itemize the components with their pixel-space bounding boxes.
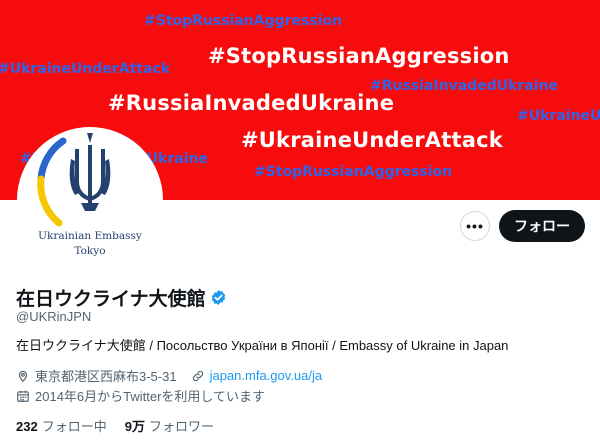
profile-name-row: 在日ウクライナ大使館: [16, 284, 227, 311]
banner-hashtag: #RussiaInvadedUkraine: [370, 78, 558, 94]
link-icon: [192, 370, 203, 381]
follow-button[interactable]: フォロー: [499, 210, 585, 242]
following-count: 232: [16, 419, 38, 434]
profile-handle: @UKRinJPN: [16, 309, 92, 324]
profile-joined-date: 2014年6月からTwitterを利用しています: [35, 389, 266, 404]
banner-hashtag: #UkraineUnderAttack: [241, 128, 503, 152]
banner-hashtag: #StopRussianAggression: [208, 44, 510, 68]
profile-stats: 232 フォロー中 9万 フォロワー: [16, 416, 232, 435]
profile-website-link[interactable]: japan.mfa.gov.ua/ja: [210, 368, 323, 383]
banner-hashtag: #StopRussianAggression: [144, 13, 343, 29]
profile-meta-location-row: 東京都港区西麻布3-5-31 japan.mfa.gov.ua/ja: [16, 366, 322, 385]
profile-meta-joined-row: 2014年6月からTwitterを利用しています: [16, 386, 265, 405]
banner-hashtag: #RussiaInvadedUkraine: [108, 91, 395, 115]
verified-badge-icon[interactable]: [210, 289, 227, 306]
following-label: フォロー中: [41, 419, 107, 434]
avatar-caption-line2: Tokyo: [74, 245, 106, 257]
location-pin-icon: [18, 370, 28, 382]
avatar-caption-line1: Ukrainian Embassy: [38, 230, 142, 242]
banner-hashtag: #StopRussianAggression: [254, 164, 453, 180]
banner-hashtag: #UkraineUnderAttack: [517, 108, 600, 124]
following-stat[interactable]: 232 フォロー中: [16, 416, 107, 435]
banner-hashtag: #UkraineUnderAttack: [0, 61, 171, 77]
profile-location: 東京都港区西麻布3-5-31: [35, 369, 177, 384]
followers-label: フォロワー: [148, 419, 214, 434]
profile-name: 在日ウクライナ大使館: [16, 288, 206, 310]
more-options-button[interactable]: •••: [460, 211, 490, 241]
calendar-icon: [17, 390, 29, 402]
followers-stat[interactable]: 9万 フォロワー: [125, 416, 214, 435]
followers-count: 9万: [124, 419, 145, 434]
profile-bio: 在日ウクライナ大使館 / Посольство України в Японії…: [16, 338, 509, 353]
profile-avatar[interactable]: Ukrainian Embassy Tokyo: [17, 127, 163, 273]
